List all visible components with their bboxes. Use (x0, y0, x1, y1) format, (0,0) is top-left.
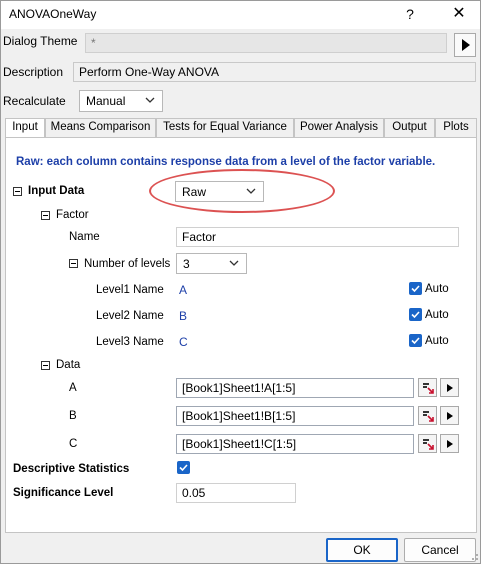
number-of-levels-label: Number of levels (84, 258, 171, 270)
data-c-select-range-button[interactable] (418, 434, 437, 453)
collapse-data-icon[interactable] (41, 361, 50, 370)
select-range-icon (423, 411, 434, 422)
ok-button[interactable]: OK (326, 538, 398, 562)
recalculate-label: Recalculate (3, 94, 66, 108)
level1-name-value[interactable]: A (179, 283, 187, 297)
checkmark-icon (411, 311, 420, 319)
collapse-levels-icon[interactable] (69, 259, 78, 268)
data-b-menu-button[interactable] (440, 406, 459, 425)
input-data-label: Input Data (28, 185, 85, 197)
chevron-down-icon (145, 97, 155, 103)
checkmark-icon (411, 337, 420, 345)
factor-name-label: Name (69, 231, 100, 243)
resize-grip-icon[interactable] (467, 549, 479, 561)
dialog-theme-field[interactable]: * (85, 33, 447, 53)
play-arrow-icon (447, 440, 453, 448)
anova-dialog: ANOVAOneWay ? ✕ Dialog Theme * Descripti… (0, 0, 481, 564)
level3-name-value[interactable]: C (179, 335, 188, 349)
tab-bar: Input Means Comparison Tests for Equal V… (5, 118, 477, 138)
title-bar: ANOVAOneWay ? ✕ (1, 1, 480, 29)
factor-name-input[interactable]: Factor (176, 227, 459, 247)
data-c-menu-button[interactable] (440, 434, 459, 453)
info-text: Raw: each column contains response data … (16, 156, 436, 168)
descriptive-statistics-checkbox[interactable] (177, 461, 190, 474)
significance-level-input[interactable]: 0.05 (176, 483, 296, 503)
level2-name-label: Level2 Name (96, 310, 164, 322)
select-range-icon (423, 439, 434, 450)
recalculate-value: Manual (86, 94, 126, 108)
descriptive-statistics-label: Descriptive Statistics (13, 463, 130, 475)
level1-name-label: Level1 Name (96, 284, 164, 296)
select-range-icon (423, 383, 434, 394)
recalculate-select[interactable]: Manual (79, 90, 163, 112)
tab-output[interactable]: Output (384, 118, 435, 137)
play-arrow-icon (447, 384, 453, 392)
level3-auto-label: Auto (425, 335, 449, 347)
level1-auto-checkbox[interactable] (409, 282, 422, 295)
play-arrow-icon (462, 39, 470, 51)
data-c-range-input[interactable]: [Book1]Sheet1!C[1:5] (176, 434, 414, 454)
factor-label: Factor (56, 209, 89, 221)
description-label: Description (3, 65, 64, 79)
tab-plots[interactable]: Plots (435, 118, 477, 137)
level3-name-label: Level3 Name (96, 336, 164, 348)
help-button[interactable]: ? (395, 1, 425, 27)
checkmark-icon (411, 285, 420, 293)
tab-power-analysis[interactable]: Power Analysis (294, 118, 384, 137)
number-of-levels-select[interactable]: 3 (176, 253, 247, 274)
data-label: Data (56, 359, 81, 371)
data-a-range-input[interactable]: [Book1]Sheet1!A[1:5] (176, 378, 414, 398)
data-b-range-input[interactable]: [Book1]Sheet1!B[1:5] (176, 406, 414, 426)
close-button[interactable]: ✕ (439, 1, 479, 27)
theme-menu-button[interactable] (454, 33, 476, 57)
data-b-label: B (69, 410, 77, 422)
significance-level-label: Significance Level (13, 487, 114, 499)
number-of-levels-value: 3 (183, 257, 190, 271)
dialog-theme-label: Dialog Theme (3, 34, 78, 48)
data-a-label: A (69, 382, 77, 394)
level2-auto-label: Auto (425, 309, 449, 321)
level2-auto-checkbox[interactable] (409, 308, 422, 321)
highlight-ellipse (149, 169, 335, 213)
data-a-menu-button[interactable] (440, 378, 459, 397)
tab-tests-equal-variance[interactable]: Tests for Equal Variance (156, 118, 294, 137)
collapse-input-data-icon[interactable] (13, 187, 22, 196)
data-a-select-range-button[interactable] (418, 378, 437, 397)
checkmark-icon (179, 464, 188, 472)
chevron-down-icon (229, 260, 239, 266)
level3-auto-checkbox[interactable] (409, 334, 422, 347)
cancel-button[interactable]: Cancel (404, 538, 476, 562)
data-c-label: C (69, 438, 78, 450)
level2-name-value[interactable]: B (179, 309, 187, 323)
play-arrow-icon (447, 412, 453, 420)
data-b-select-range-button[interactable] (418, 406, 437, 425)
tab-means-comparison[interactable]: Means Comparison (45, 118, 156, 137)
level1-auto-label: Auto (425, 283, 449, 295)
collapse-factor-icon[interactable] (41, 211, 50, 220)
tab-input[interactable]: Input (5, 118, 45, 138)
description-field[interactable]: Perform One-Way ANOVA (73, 62, 476, 82)
window-title: ANOVAOneWay (9, 7, 97, 21)
